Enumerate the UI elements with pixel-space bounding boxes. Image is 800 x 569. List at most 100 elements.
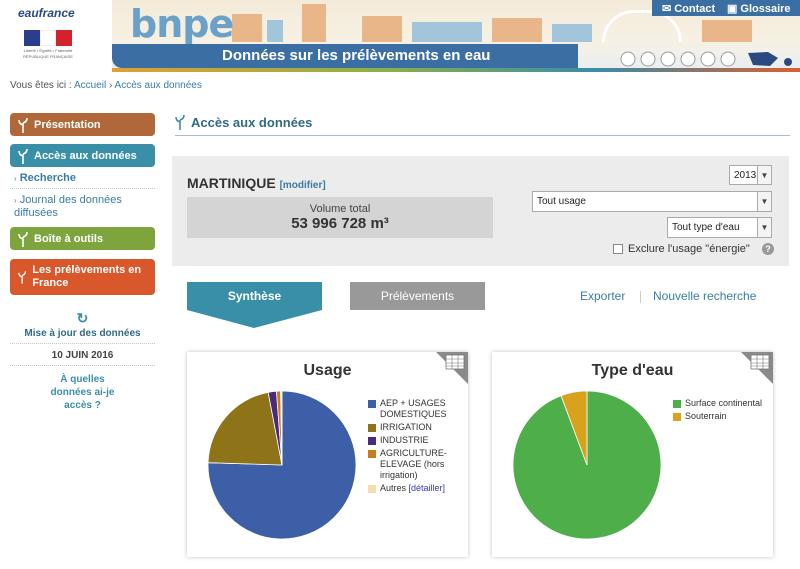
usage-pie-chart [207, 390, 357, 540]
legend-label: Autres [détailler] [380, 483, 446, 493]
legend-swatch [368, 485, 376, 493]
envelope-icon: ✉ [662, 3, 672, 15]
legend-label: AGRICULTURE-ELEVAGE (hors irrigation) [380, 448, 447, 480]
sprout-icon [18, 231, 28, 247]
sidebar-item-access[interactable]: Accès aux données [10, 144, 155, 167]
exclude-energy-label: Exclure l'usage "énergie" [628, 243, 750, 255]
legend-item[interactable]: IRRIGATION [368, 422, 463, 433]
breadcrumb-current[interactable]: Accès aux données [115, 80, 202, 91]
volume-label: Volume total [309, 203, 371, 215]
glossary-link[interactable]: ▣ Glossaire [727, 2, 791, 16]
chevron-down-icon: ▼ [757, 218, 771, 237]
usage-chart-title: Usage [303, 362, 352, 379]
usage-select-value: Tout usage [537, 196, 586, 207]
section-title-text: Accès aux données [191, 114, 313, 130]
legend-item[interactable]: AEP + USAGES DOMESTIQUES [368, 398, 463, 420]
legend-item[interactable]: AGRICULTURE-ELEVAGE (hors irrigation) [368, 448, 463, 481]
section-divider [175, 135, 790, 136]
legend-item[interactable]: Souterrain [673, 411, 768, 422]
color-stripe [112, 68, 800, 72]
eaufrance-logo[interactable]: eaufrance [18, 6, 78, 20]
year-select[interactable]: 2013 ▼ [729, 165, 772, 185]
site-header: eaufrance Liberté • Égalité • Fraternité… [0, 0, 800, 72]
legend-swatch [673, 400, 681, 408]
sprout-icon [18, 271, 27, 284]
refresh-icon: ↻ [76, 310, 89, 326]
link-separator [640, 291, 641, 303]
water-type-select-value: Tout type d'eau [672, 222, 740, 233]
legend-item[interactable]: Autres [détailler] [368, 483, 463, 494]
modify-link[interactable]: [modifier] [280, 180, 326, 191]
sidebar-item-prelevements-france[interactable]: Les prélèvements en France [10, 259, 155, 295]
sidebar-item-label: Boîte à outils [34, 232, 104, 245]
breadcrumb-prefix: Vous êtes ici : [10, 80, 72, 91]
legend-swatch [368, 424, 376, 432]
export-link[interactable]: Exporter [580, 289, 625, 303]
help-icon[interactable]: ? [762, 243, 774, 255]
water-type-select[interactable]: Tout type d'eau ▼ [667, 217, 772, 238]
tab-prelevements[interactable]: Prélèvements [350, 282, 485, 310]
bullet-icon: › [14, 196, 17, 205]
table-view-icon[interactable] [436, 352, 468, 384]
legend-item[interactable]: INDUSTRIE [368, 435, 463, 446]
sidebar-item-presentation[interactable]: Présentation [10, 113, 155, 136]
sidebar-subitem-journal[interactable]: › Journal des données diffusées [14, 194, 149, 220]
chevron-down-icon: ▼ [757, 192, 771, 211]
partner-icons [618, 50, 798, 68]
legend-item[interactable]: Surface continental [673, 398, 768, 409]
water-type-chart-title: Type d'eau [591, 362, 674, 379]
active-tab-arrow [187, 310, 322, 328]
book-icon: ▣ [727, 3, 738, 15]
glossary-label: Glossaire [740, 2, 791, 15]
top-links: ✉ Contact ▣ Glossaire [652, 0, 800, 16]
update-title: Mise à jour des données [24, 328, 141, 339]
sidebar-item-label: Accès aux données [34, 149, 137, 162]
breadcrumb: Vous êtes ici : Accueil › Accès aux donn… [10, 80, 202, 91]
water-type-legend: Surface continental Souterrain [673, 398, 768, 424]
table-view-icon[interactable] [741, 352, 773, 384]
legend-swatch [673, 413, 681, 421]
which-data-link[interactable]: À quelles données ai-je accès ? [10, 373, 155, 412]
legend-label: INDUSTRIE [380, 435, 429, 445]
detail-link[interactable]: [détailler] [406, 483, 446, 493]
legend-label: IRRIGATION [380, 422, 432, 432]
section-title: Accès aux données [175, 114, 312, 130]
sidebar-item-label: Présentation [34, 118, 101, 131]
sprout-icon [18, 117, 28, 133]
usage-select[interactable]: Tout usage ▼ [532, 191, 772, 212]
usage-legend: AEP + USAGES DOMESTIQUES IRRIGATION INDUST… [368, 398, 463, 496]
sidebar-item-label: Les prélèvements en France [32, 264, 142, 289]
region-name: MARTINIQUE [modifier] [187, 175, 326, 191]
divider [10, 343, 155, 344]
usage-chart-card: Usage AEP + USAGES DOMESTIQUES IRRIGATION… [187, 352, 468, 557]
bnpe-logo[interactable]: bnpe [130, 2, 234, 46]
divider [10, 365, 155, 366]
water-type-pie-chart [512, 390, 662, 540]
sidebar-subitem-search[interactable]: › Recherche [14, 172, 76, 184]
chevron-down-icon: ▼ [757, 166, 771, 184]
french-flag-icon [24, 30, 72, 46]
volume-value: 53 996 728 m³ [291, 215, 389, 232]
legend-label: Souterrain [685, 411, 727, 421]
water-type-chart-card: Type d'eau Surface continental Souterrain [492, 352, 773, 557]
sidebar-subitem-label: Journal des données diffusées [14, 194, 122, 219]
legend-label: AEP + USAGES DOMESTIQUES [380, 398, 447, 419]
year-value: 2013 [734, 169, 757, 181]
breadcrumb-separator: › [108, 80, 113, 91]
contact-link[interactable]: ✉ Contact [662, 2, 715, 16]
legend-label: Surface continental [685, 398, 763, 408]
tab-synthese[interactable]: Synthèse [187, 282, 322, 310]
exclude-energy-checkbox[interactable] [613, 244, 623, 254]
breadcrumb-home-link[interactable]: Accueil [74, 80, 106, 91]
sidebar-subitem-label: Recherche [19, 172, 76, 184]
site-title: Données sur les prélèvements en eau [222, 47, 491, 64]
region-label: MARTINIQUE [187, 175, 276, 191]
new-search-link[interactable]: Nouvelle recherche [653, 289, 756, 303]
sidebar-item-toolbox[interactable]: Boîte à outils [10, 227, 155, 250]
total-volume-box: Volume total 53 996 728 m³ [187, 197, 493, 238]
legend-swatch [368, 437, 376, 445]
sprout-icon [18, 148, 28, 164]
divider [10, 188, 155, 189]
update-date: 10 JUIN 2016 [51, 350, 114, 361]
legend-swatch [368, 450, 376, 458]
